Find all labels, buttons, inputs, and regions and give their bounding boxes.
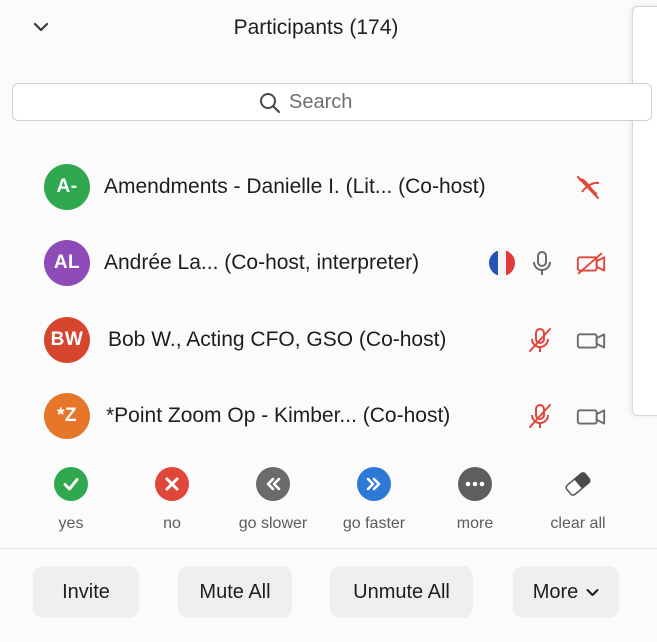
unmute-all-label: Unmute All — [353, 580, 450, 603]
reaction-clear-all[interactable]: clear all — [523, 462, 633, 533]
avatar-initials: A- — [56, 176, 78, 197]
reaction-no-badge — [155, 467, 189, 501]
mute-all-label: Mute All — [199, 580, 271, 603]
reactions-bar: yes no go slower go faster more clear al… — [0, 462, 632, 542]
avatar-initials: BW — [50, 329, 84, 350]
avatar: AL — [44, 240, 90, 286]
eraser-icon — [565, 472, 591, 496]
video-camera-icon — [576, 409, 606, 425]
reaction-more[interactable]: more — [420, 462, 530, 533]
reaction-label: clear all — [550, 515, 606, 532]
title-text: Participants — [233, 16, 344, 39]
reaction-more-badge — [458, 467, 492, 501]
chevron-down-icon — [586, 588, 599, 597]
ellipsis-icon — [465, 481, 485, 487]
video-off-icon — [576, 252, 606, 275]
search-icon — [260, 93, 281, 114]
video-toggle[interactable] — [575, 400, 607, 432]
mute-all-button[interactable]: Mute All — [178, 566, 292, 618]
reaction-yes[interactable]: yes — [16, 462, 126, 533]
microphone-muted-icon — [529, 328, 551, 352]
avatar-initials: AL — [53, 252, 81, 273]
reaction-clear-all-badge — [561, 467, 595, 501]
microphone-muted-icon — [529, 404, 551, 428]
participant-name: Amendments - Danielle I. (Lit... (Co-hos… — [104, 175, 486, 198]
page-title: Participants (174) — [0, 16, 632, 40]
avatar: *Z — [44, 393, 90, 439]
avatar: BW — [44, 317, 90, 363]
fast-forward-icon — [366, 477, 381, 491]
reaction-label: no — [163, 515, 181, 532]
video-toggle[interactable] — [572, 171, 604, 203]
participant-name: Bob W., Acting CFO, GSO (Co-host) — [108, 328, 447, 351]
participants-panel: Participants(174) A- Amendments - Daniel… — [0, 0, 657, 642]
video-toggle[interactable] — [575, 247, 607, 279]
french-flag-icon — [489, 250, 515, 276]
participant-row[interactable]: AL Andrée La... (Co-host, interpreter) — [0, 228, 632, 298]
search-input[interactable] — [289, 88, 589, 116]
reaction-go-faster[interactable]: go faster — [319, 462, 429, 533]
reaction-yes-badge — [54, 467, 88, 501]
participant-row[interactable]: A- Amendments - Danielle I. (Lit... (Co-… — [0, 152, 632, 222]
participant-row[interactable]: BW Bob W., Acting CFO, GSO (Co-host) — [0, 305, 632, 375]
more-button[interactable]: More — [513, 566, 619, 618]
reaction-label: go faster — [342, 515, 406, 532]
more-label: More — [532, 580, 579, 603]
participant-name: Andrée La... (Co-host, interpreter) — [104, 251, 420, 274]
video-camera-icon — [576, 333, 606, 349]
checkmark-icon — [63, 478, 79, 491]
rewind-icon — [266, 477, 281, 491]
footer-divider — [0, 548, 657, 549]
language-flag — [486, 247, 518, 279]
search-box[interactable] — [12, 83, 652, 121]
video-off-icon — [577, 176, 600, 199]
mic-toggle[interactable] — [524, 400, 556, 432]
reaction-go-slower[interactable]: go slower — [218, 462, 328, 533]
side-panel-edge — [632, 6, 657, 416]
participant-row[interactable]: *Z *Point Zoom Op - Kimber... (Co-host) — [0, 381, 632, 451]
microphone-icon — [533, 251, 551, 275]
footer-actions: Invite Mute All Unmute All More — [0, 566, 657, 622]
reaction-label: go slower — [238, 515, 308, 532]
reaction-label: more — [456, 515, 494, 532]
x-icon — [165, 477, 179, 491]
participant-name: *Point Zoom Op - Kimber... (Co-host) — [106, 404, 451, 427]
unmute-all-button[interactable]: Unmute All — [330, 566, 473, 618]
avatar-initials: *Z — [57, 405, 77, 426]
reaction-go-faster-badge — [357, 467, 391, 501]
reaction-no[interactable]: no — [117, 462, 227, 533]
reaction-label: yes — [58, 515, 84, 532]
mic-toggle[interactable] — [526, 247, 558, 279]
mic-toggle[interactable] — [524, 324, 556, 356]
participant-count: (174) — [349, 16, 399, 39]
video-toggle[interactable] — [575, 324, 607, 356]
avatar: A- — [44, 164, 90, 210]
panel-header: Participants (174) — [0, 0, 632, 62]
reaction-go-slower-badge — [256, 467, 290, 501]
invite-label: Invite — [62, 580, 110, 603]
invite-button[interactable]: Invite — [33, 566, 139, 618]
